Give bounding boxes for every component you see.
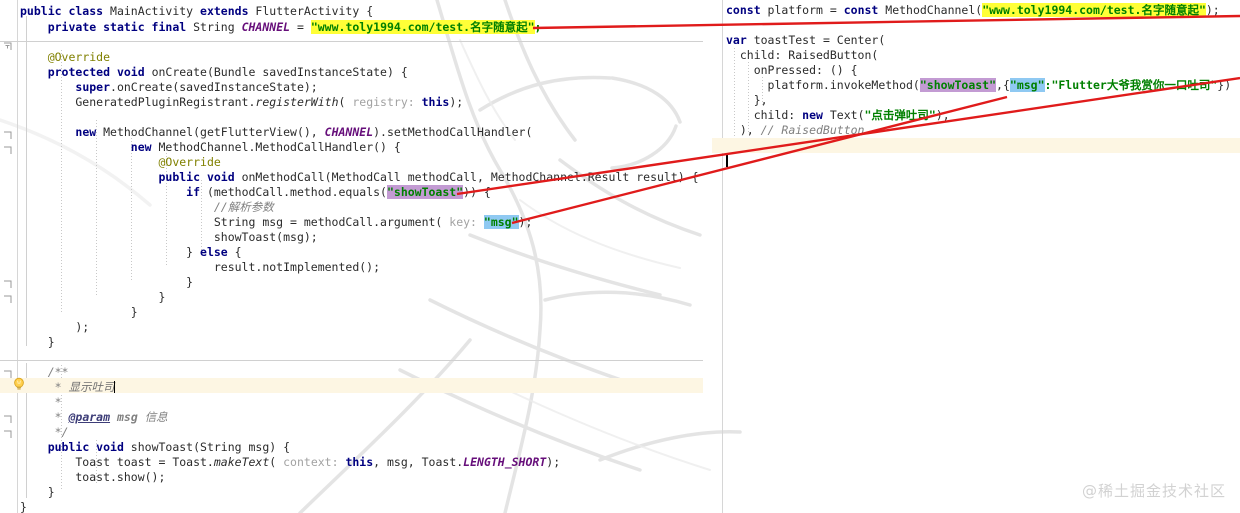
- editor-pane-java[interactable]: public class MainActivity extends Flutte…: [0, 0, 703, 513]
- ide-screenshot: public class MainActivity extends Flutte…: [0, 0, 1240, 513]
- msg-literal-highlight: "msg": [483, 215, 519, 229]
- code-line: }: [20, 305, 138, 319]
- code-line: child: RaisedButton(: [726, 48, 879, 62]
- text-caret: [114, 381, 116, 393]
- code-line: @Override: [158, 155, 221, 169]
- code-line: showToast(msg);: [20, 230, 318, 244]
- code-line: },: [726, 93, 768, 107]
- code-line: @Override: [47, 50, 111, 64]
- intention-bulb-icon[interactable]: [12, 377, 26, 391]
- code-line: Toast toast = Toast.makeText( context: t…: [20, 455, 561, 469]
- code-line: GeneratedPluginRegistrant.registerWith( …: [20, 95, 464, 109]
- code-line: String msg = methodCall.argument( key: "…: [20, 215, 533, 229]
- code-line: platform.invokeMethod("showToast",{"msg"…: [726, 78, 1232, 92]
- code-line: public void onMethodCall(MethodCall meth…: [158, 170, 699, 184]
- site-watermark: @稀土掘金技术社区: [1081, 482, 1226, 500]
- msg-literal-highlight: "msg": [1009, 78, 1045, 92]
- code-line: result.notImplemented();: [20, 260, 381, 274]
- code-line: *: [54, 395, 62, 409]
- code-line: public class MainActivity extends Flutte…: [20, 4, 374, 18]
- code-line: );: [20, 320, 90, 334]
- code-line: }: [20, 500, 27, 513]
- code-line: super.onCreate(savedInstanceState);: [75, 80, 318, 94]
- code-line: child: new Text("点击弹吐司"),: [726, 108, 950, 122]
- code-line: if (methodCall.method.equals("showToast"…: [186, 185, 491, 199]
- show-toast-literal-highlight: "showToast": [386, 185, 464, 199]
- code-line: public void showToast(String msg) {: [47, 440, 291, 454]
- editor-section-divider: [0, 360, 703, 361]
- code-line: var toastTest = Center(: [726, 33, 886, 47]
- code-line: */: [54, 425, 69, 439]
- channel-string-highlight: "www.toly1994.com/test.名字随意起": [982, 3, 1206, 17]
- show-toast-literal-highlight: "showToast": [919, 78, 997, 92]
- editor-pane-dart[interactable]: const platform = const MethodChannel("ww…: [712, 0, 1240, 513]
- code-line: protected void onCreate(Bundle savedInst…: [47, 65, 408, 79]
- code-line: * @param msg 信息: [54, 410, 168, 424]
- code-line: const platform = const MethodChannel("ww…: [726, 3, 1220, 17]
- code-line: }: [20, 335, 55, 349]
- code-line: }: [20, 290, 166, 304]
- caret-row-highlight: [712, 138, 1240, 153]
- code-line: new MethodChannel.MethodCallHandler() {: [130, 140, 401, 154]
- text-caret: [726, 153, 728, 167]
- code-line: new MethodChannel(getFlutterView(), CHAN…: [75, 125, 533, 139]
- code-line: onPressed: () {: [726, 63, 858, 77]
- code-line: private static final String CHANNEL = "w…: [47, 20, 542, 34]
- code-line: } else {: [20, 245, 242, 259]
- editor-section-divider: [0, 41, 703, 42]
- code-line: ), // RaisedButton: [726, 123, 865, 137]
- code-line: toast.show();: [20, 470, 166, 484]
- channel-string-highlight: "www.toly1994.com/test.名字随意起": [310, 20, 535, 34]
- code-line: }: [20, 485, 55, 499]
- code-line: }: [20, 275, 194, 289]
- code-line: //解析参数: [213, 200, 274, 214]
